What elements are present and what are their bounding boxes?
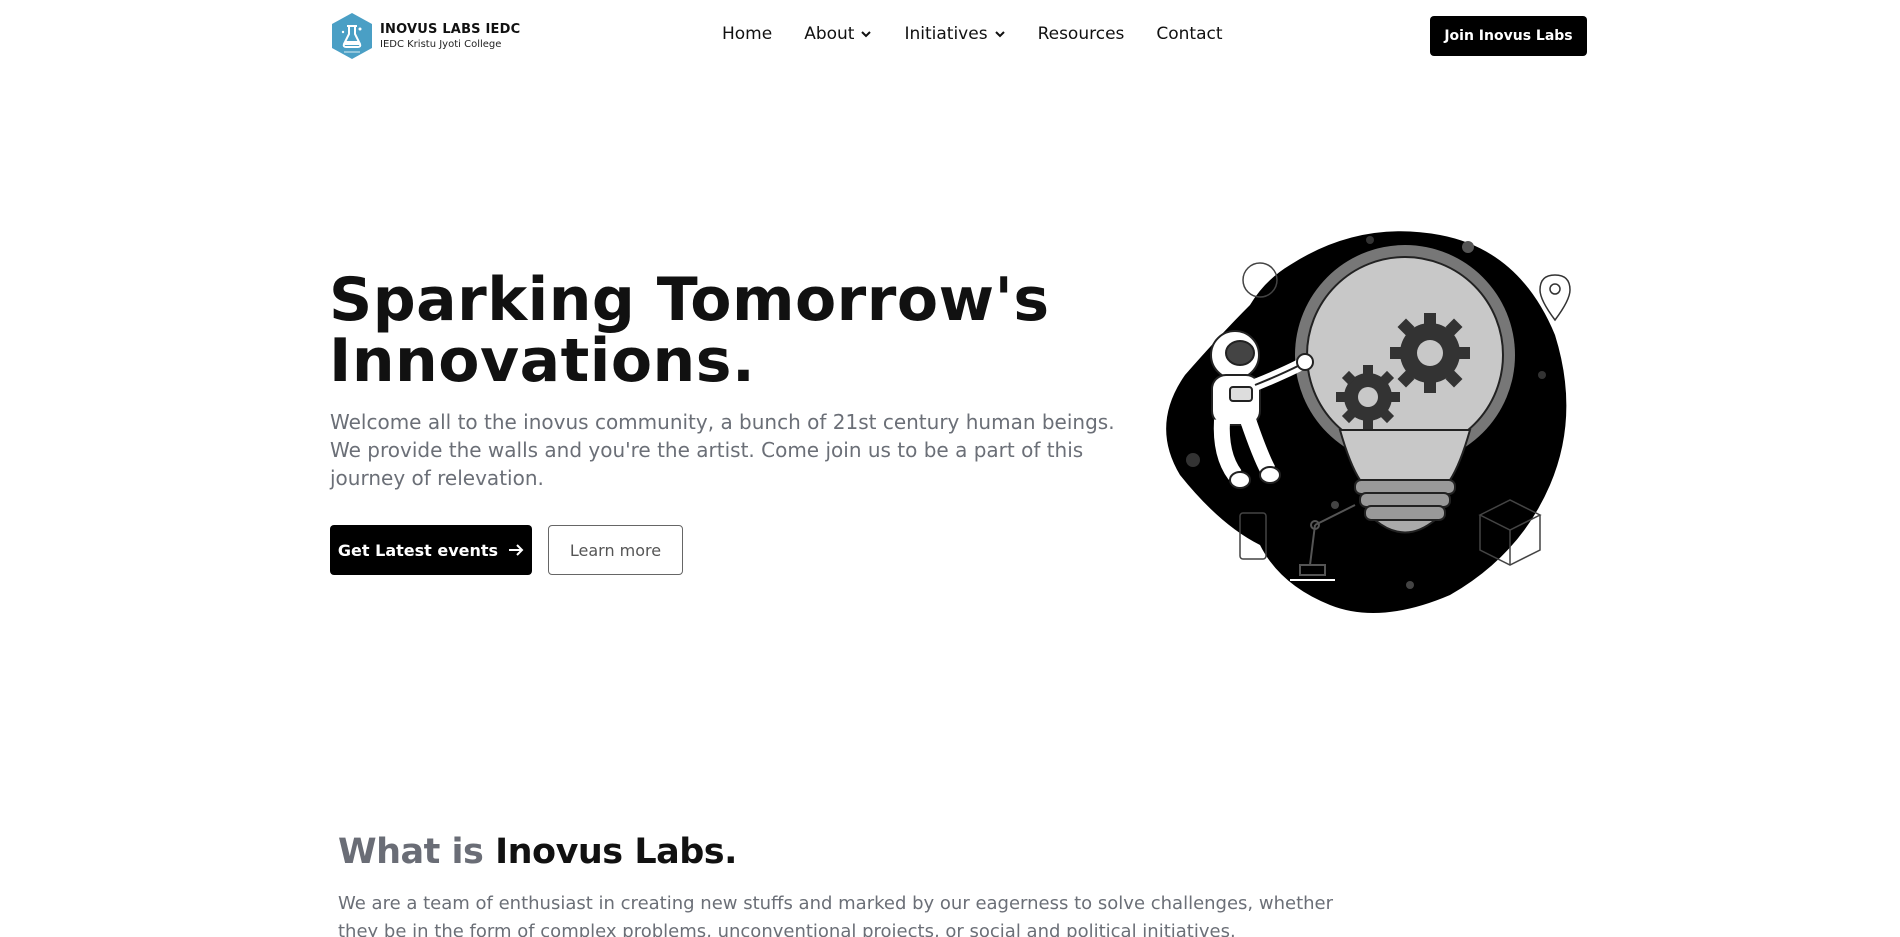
hero-description: Welcome all to the inovus community, a b… — [330, 410, 1115, 490]
hero-title: Sparking Tomorrow's Innovations. — [329, 270, 1089, 392]
nav-item-label: Initiatives — [904, 24, 988, 44]
brand-link[interactable]: INOVUS LABS IEDC IEDC Kristu Jyoti Colle… — [330, 12, 520, 60]
astronaut-lightbulb-illustration — [1166, 231, 1571, 613]
hero-title-line-1: Sparking Tomorrow's — [329, 265, 1050, 335]
hero-title-line-2: Innovations. — [329, 326, 756, 396]
nav-item-label: Home — [722, 24, 773, 44]
arrow-right-icon — [509, 544, 524, 556]
about-description: We are a team of enthusiast in creating … — [338, 893, 1334, 937]
nav-item-about[interactable]: About — [804, 24, 872, 44]
brand-subtitle: IEDC Kristu Jyoti College — [380, 39, 502, 50]
chevron-down-icon — [994, 31, 1005, 38]
main-nav: Home About Initiatives Resources Contact — [722, 24, 1223, 44]
nav-item-label: Resources — [1037, 24, 1125, 44]
nav-item-label: About — [804, 24, 855, 44]
join-inovus-labs-button[interactable]: Join Inovus Labs — [1430, 16, 1587, 56]
nav-item-resources[interactable]: Resources — [1038, 24, 1125, 44]
site-header: INOVUS LABS IEDC IEDC Kristu Jyoti Colle… — [0, 0, 1900, 72]
learn-more-button[interactable]: Learn more — [548, 525, 683, 575]
nav-item-home[interactable]: Home — [722, 24, 772, 44]
nav-item-initiatives[interactable]: Initiatives — [904, 24, 1005, 44]
inovus-logo-icon — [332, 13, 372, 59]
small-gear-icon — [1336, 365, 1400, 429]
about-section-title: What is Inovus Labs. — [338, 832, 737, 872]
nav-item-label: Contact — [1156, 24, 1223, 44]
nav-item-contact[interactable]: Contact — [1156, 24, 1222, 44]
about-title-emphasis: Inovus Labs. — [495, 832, 737, 872]
chevron-down-icon — [861, 31, 872, 38]
about-title-prefix: What is — [338, 832, 484, 872]
brand-name: INOVUS LABS IEDC — [380, 22, 521, 37]
large-gear-icon — [1390, 313, 1470, 393]
button-label: Get Latest events — [337, 540, 499, 560]
get-latest-events-button[interactable]: Get Latest events — [330, 525, 532, 575]
